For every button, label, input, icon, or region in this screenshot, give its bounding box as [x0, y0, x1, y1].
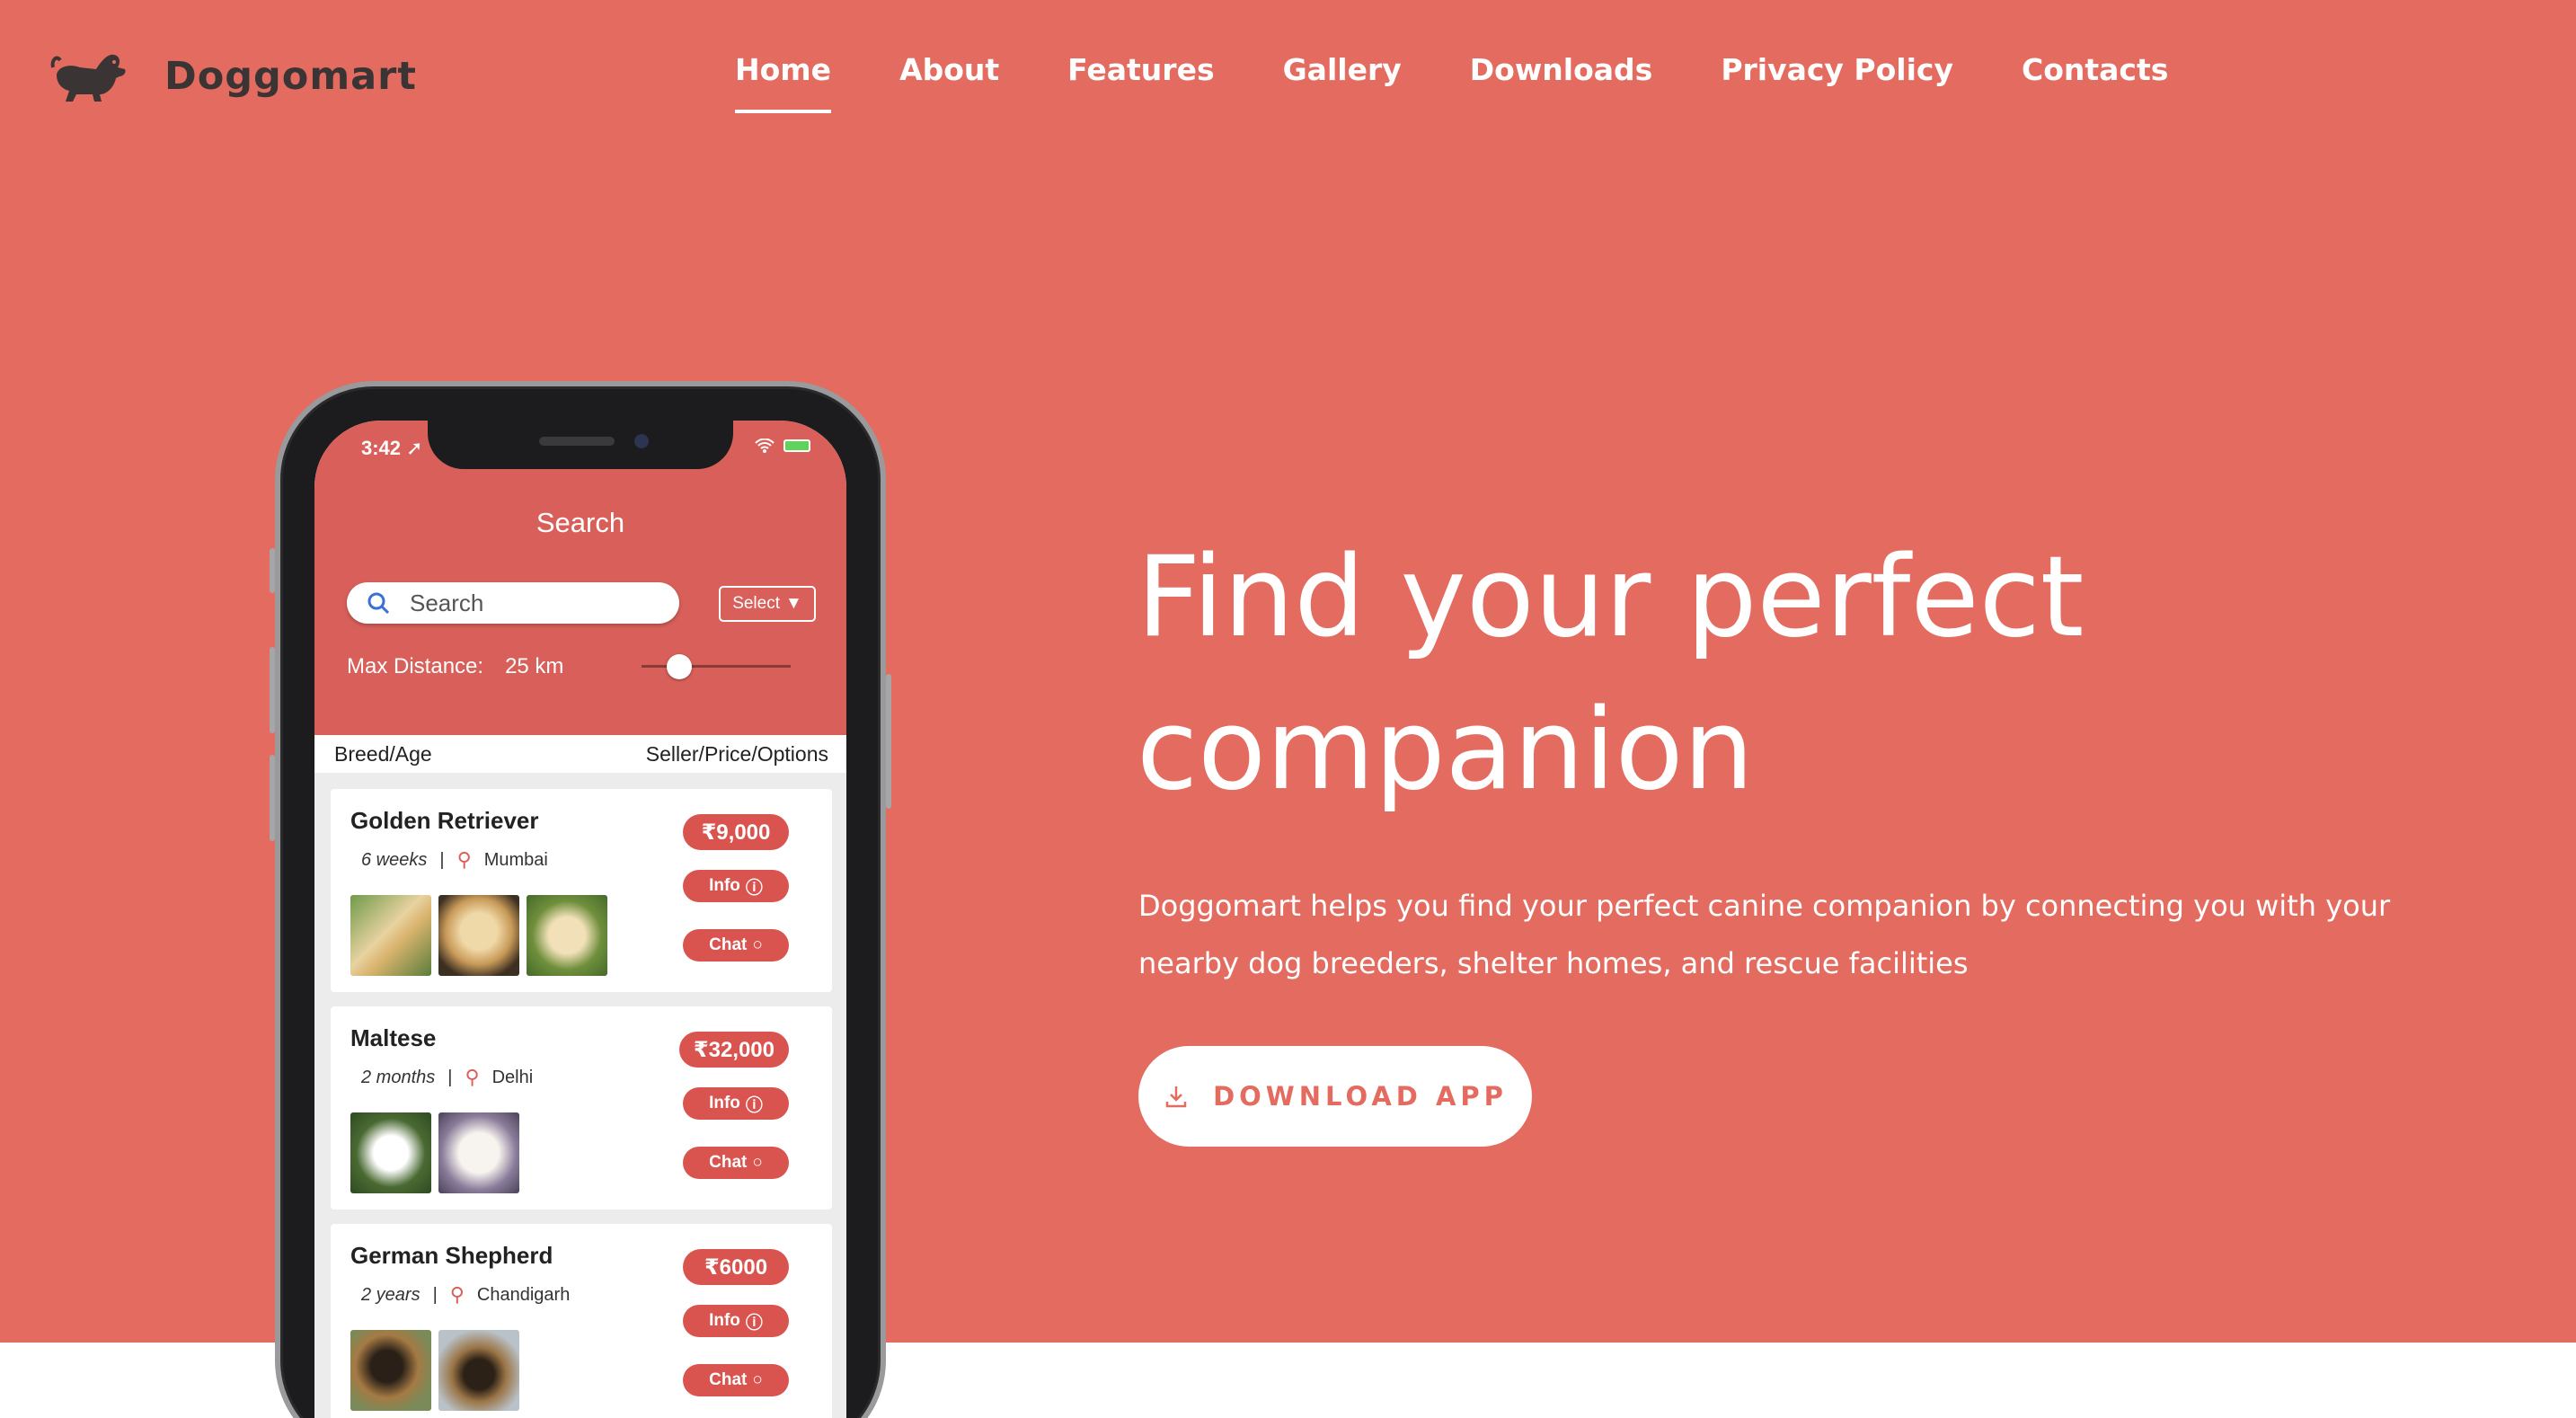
distance-row: Max Distance: 25 km [347, 654, 563, 679]
chat-label: Chat [709, 935, 748, 954]
battery-icon [783, 439, 810, 452]
listing-card[interactable]: Golden Retriever 6 weeks | ⚲ Mumbai ₹9,0… [331, 789, 832, 992]
main-nav: Home About Features Gallery Downloads Pr… [701, 47, 2202, 113]
nav-home[interactable]: Home [701, 47, 865, 113]
info-icon: ⓘ [745, 1313, 763, 1333]
brand-logo[interactable]: Doggomart [49, 45, 417, 108]
phone-mockup: 3:42 ➚ Search Search Select ▼ Max Distan… [270, 381, 891, 1418]
listing-price[interactable]: ₹9,000 [683, 814, 789, 850]
dog-photo[interactable] [438, 1112, 519, 1193]
info-icon: ⓘ [745, 878, 763, 898]
list-column-headers: Breed/Age Seller/Price/Options [314, 735, 846, 773]
download-icon [1165, 1086, 1187, 1108]
location-pin-icon: ⚲ [465, 1066, 480, 1088]
nav-gallery[interactable]: Gallery [1249, 47, 1436, 110]
distance-slider[interactable] [642, 665, 791, 668]
wifi-icon [755, 439, 775, 453]
chat-button[interactable]: Chat ○ [683, 1364, 789, 1396]
listing-location: Mumbai [483, 849, 548, 870]
dog-photo[interactable] [527, 895, 607, 976]
nav-privacy-policy[interactable]: Privacy Policy [1686, 47, 1987, 110]
distance-value: 25 km [505, 654, 564, 678]
listing-card[interactable]: German Shepherd 2 years | ⚲ Chandigarh ₹… [331, 1224, 832, 1418]
listing-age: 6 weeks [361, 849, 428, 870]
listing-breed: Maltese [350, 1024, 437, 1051]
nav-contacts[interactable]: Contacts [1987, 47, 2202, 110]
status-time-text: 3:42 [361, 437, 402, 459]
chat-bubble-icon: ○ [752, 1153, 763, 1172]
listing-meta: 2 months | ⚲ Delhi [361, 1066, 533, 1089]
chat-bubble-icon: ○ [752, 935, 763, 954]
col-breed-age: Breed/Age [334, 741, 432, 766]
dog-logo-icon [50, 54, 126, 102]
screen-title: Search [536, 507, 625, 538]
nav-downloads[interactable]: Downloads [1436, 47, 1687, 110]
chat-button[interactable]: Chat ○ [683, 1147, 789, 1179]
download-app-label: DOWNLOAD APP [1213, 1081, 1508, 1112]
listing-photos [350, 1112, 519, 1193]
listing-meta: 2 years | ⚲ Chandigarh [361, 1283, 570, 1307]
listing-price[interactable]: ₹32,000 [678, 1032, 789, 1068]
hero-headline-line2: companion [1137, 686, 1755, 815]
listing-breed: Golden Retriever [350, 807, 539, 834]
meta-separator: | [439, 849, 445, 870]
brand-name: Doggomart [164, 54, 417, 99]
select-label: Select [732, 594, 780, 613]
download-app-button[interactable]: DOWNLOAD APP [1138, 1046, 1532, 1147]
dog-photo[interactable] [350, 1330, 431, 1411]
info-label: Info [709, 876, 740, 895]
listing-location: Chandigarh [476, 1284, 571, 1305]
phone-screen: 3:42 ➚ Search Search Select ▼ Max Distan… [314, 421, 846, 1418]
search-placeholder: Search [410, 589, 484, 616]
listing-age: 2 months [361, 1067, 436, 1087]
hero-headline: Find your perfect companion [1137, 521, 2305, 827]
listing-meta: 6 weeks | ⚲ Mumbai [361, 848, 548, 872]
phone-volume-up [270, 647, 275, 733]
listing-card[interactable]: Maltese 2 months | ⚲ Delhi ₹32,000 Info … [331, 1006, 832, 1210]
app-header: 3:42 ➚ Search Search Select ▼ Max Distan… [314, 421, 846, 735]
search-input[interactable]: Search [347, 582, 679, 624]
col-seller-price-options: Seller/Price/Options [645, 741, 828, 766]
location-pin-icon: ⚲ [456, 848, 472, 871]
location-pin-icon: ⚲ [449, 1283, 465, 1306]
listing-price[interactable]: ₹6000 [683, 1249, 789, 1285]
chat-label: Chat [709, 1370, 748, 1389]
info-button[interactable]: Info ⓘ [683, 1087, 789, 1120]
listing-location: Delhi [491, 1067, 534, 1087]
search-icon [367, 592, 390, 615]
chat-button[interactable]: Chat ○ [683, 929, 789, 962]
phone-notch [428, 421, 733, 469]
distance-label: Max Distance: [347, 654, 484, 678]
dog-photo[interactable] [438, 1330, 519, 1411]
status-icons [755, 439, 810, 453]
select-dropdown[interactable]: Select ▼ [719, 586, 816, 622]
info-label: Info [709, 1094, 740, 1112]
distance-slider-thumb[interactable] [667, 654, 692, 679]
dog-photo[interactable] [438, 895, 519, 976]
info-button[interactable]: Info ⓘ [683, 1305, 789, 1337]
listing-breed: German Shepherd [350, 1242, 553, 1269]
listing-photos [350, 895, 607, 976]
meta-separator: | [432, 1284, 438, 1305]
phone-volume-down [270, 755, 275, 841]
phone-power-button [886, 674, 891, 809]
chat-label: Chat [709, 1153, 748, 1172]
info-button[interactable]: Info ⓘ [683, 870, 789, 902]
status-time: 3:42 ➚ [361, 437, 423, 459]
hero-headline-line1: Find your perfect [1137, 533, 2085, 662]
nav-about[interactable]: About [865, 47, 1033, 110]
hero-description: Doggomart helps you find your perfect ca… [1138, 889, 2391, 980]
dog-photo[interactable] [350, 895, 431, 976]
meta-separator: | [447, 1067, 453, 1087]
dog-photo[interactable] [350, 1112, 431, 1193]
caret-down-icon: ▼ [785, 594, 802, 613]
listing-age: 2 years [361, 1284, 420, 1305]
info-icon: ⓘ [745, 1095, 763, 1115]
nav-features[interactable]: Features [1033, 47, 1248, 110]
listing-photos [350, 1330, 519, 1411]
phone-mute-switch [270, 548, 275, 593]
info-label: Info [709, 1311, 740, 1330]
chat-bubble-icon: ○ [752, 1370, 763, 1389]
